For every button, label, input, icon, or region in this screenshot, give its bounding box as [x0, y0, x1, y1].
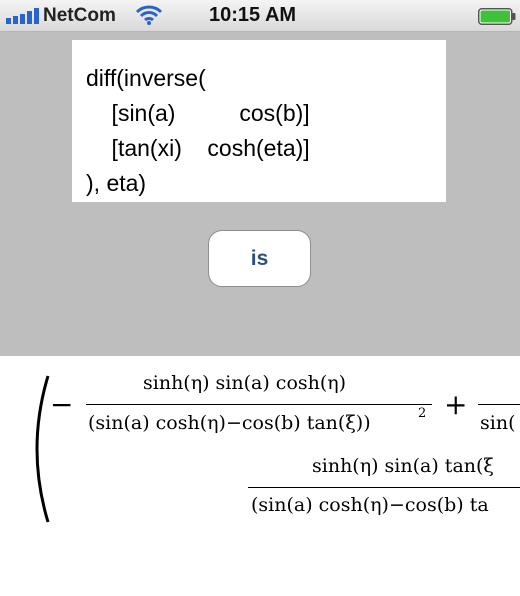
- battery-icon: [478, 8, 516, 25]
- status-bar: NetCom 10:15 AM: [0, 0, 520, 32]
- fraction-bar: [86, 404, 432, 406]
- fraction-bar: [248, 487, 520, 489]
- input-area: diff(inverse( [sin(a) cos(b)] [tan(xi) c…: [0, 32, 520, 356]
- input-line: ), eta): [86, 170, 147, 196]
- expression-input[interactable]: diff(inverse( [sin(a) cos(b)] [tan(xi) c…: [72, 40, 446, 202]
- fraction-denominator: sin(: [480, 412, 516, 434]
- input-line: [sin(a) cos(b)]: [86, 100, 310, 126]
- fraction-numerator: sinh(η) sin(a) cosh(η): [143, 372, 347, 394]
- clock-time: 10:15 AM: [209, 4, 297, 26]
- is-button[interactable]: is: [208, 230, 311, 287]
- carrier-name: NetCom: [43, 5, 116, 26]
- fraction-denominator: (sin(a) cosh(η)−cos(b) tan(ξ)): [88, 412, 371, 434]
- input-line: diff(inverse(: [86, 65, 206, 91]
- fraction-bar: [478, 404, 520, 406]
- signal-icon: [6, 8, 39, 24]
- wifi-icon: [136, 5, 162, 25]
- exponent: 2: [418, 406, 427, 421]
- fraction-denominator: (sin(a) cosh(η)−cos(b) ta: [251, 494, 489, 516]
- result-output: − sinh(η) sin(a) cosh(η) (sin(a) cosh(η)…: [0, 356, 520, 596]
- fraction-numerator: sinh(η) sin(a) tan(ξ: [312, 455, 494, 477]
- input-line: [tan(xi) cosh(eta)]: [86, 135, 310, 161]
- minus-sign: −: [50, 388, 74, 421]
- plus-sign: +: [444, 388, 468, 421]
